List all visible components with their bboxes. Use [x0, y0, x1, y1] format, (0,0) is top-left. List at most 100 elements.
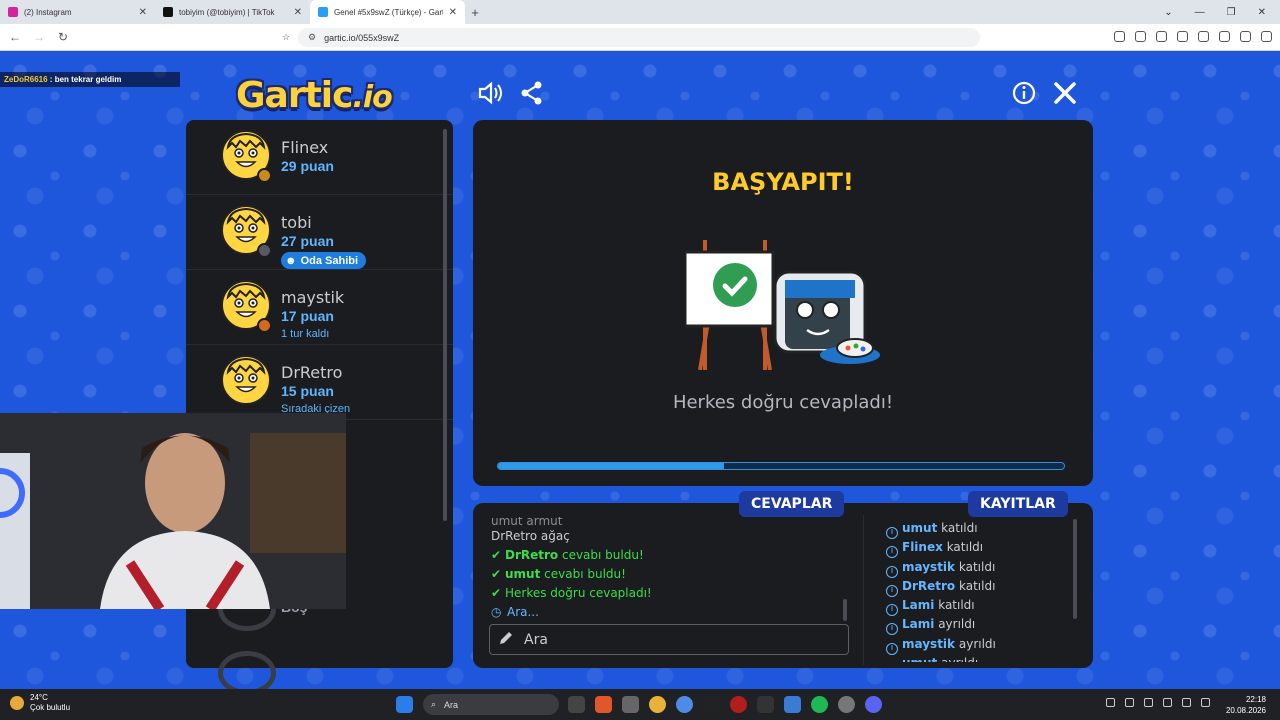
share-icon[interactable]: [519, 80, 545, 106]
player-row[interactable]: DrRetro 15 puan Sıradaki çizen: [186, 345, 453, 420]
app-icon[interactable]: [703, 696, 720, 713]
answer-user: umut: [505, 567, 541, 581]
wifi-icon[interactable]: [1182, 698, 1191, 707]
brave-icon[interactable]: [595, 696, 612, 713]
answer-user: DrRetro: [505, 548, 559, 562]
pencil-icon: [498, 630, 514, 650]
new-tab-button[interactable]: +: [465, 5, 485, 20]
result-board: BAŞYAPIT! Herkes doğru cevapladı!: [473, 120, 1093, 486]
app-icon[interactable]: [838, 696, 855, 713]
log-user: umut: [902, 521, 938, 535]
forward-icon[interactable]: →: [30, 30, 48, 44]
tray-icon[interactable]: [1144, 698, 1153, 707]
answer-line: umut armut: [491, 517, 563, 527]
extension-icon[interactable]: [1156, 31, 1167, 42]
answers-scrollbar[interactable]: [843, 599, 847, 621]
app-icon[interactable]: [757, 696, 774, 713]
info-icon: i: [886, 584, 898, 597]
player-points: 15 puan: [281, 383, 334, 399]
log-user: umut: [902, 656, 937, 662]
app-icon[interactable]: [784, 696, 801, 713]
chrome-icon[interactable]: [649, 696, 666, 713]
extension-icon[interactable]: [1198, 31, 1209, 42]
log-action: ayrıldı: [958, 636, 996, 651]
close-window-button[interactable]: ✕: [1258, 7, 1266, 18]
log-user: maystik: [902, 559, 956, 574]
tray-icon[interactable]: [1125, 698, 1134, 707]
check-icon: ✔: [491, 586, 502, 600]
tab-favicon-icon: [318, 7, 328, 17]
owner-icon: ☻: [285, 254, 297, 267]
player-status-dot: [257, 243, 272, 258]
player-avatar: [220, 354, 272, 406]
answer-line: ✔ umut cevabı buldu!: [491, 565, 851, 584]
extension-icon[interactable]: [1114, 31, 1125, 42]
start-icon[interactable]: [396, 696, 413, 713]
extension-icon[interactable]: [1240, 31, 1251, 42]
app-icon[interactable]: [676, 696, 693, 713]
info-icon: i: [886, 623, 898, 636]
clock-icon: ◷: [491, 605, 502, 619]
answer-input[interactable]: Ara: [489, 624, 849, 655]
back-icon[interactable]: ←: [6, 30, 24, 44]
answers-list: umut armut DrRetro ağaç ✔ DrRetro cevabı bu…: [491, 517, 851, 622]
player-row[interactable]: tobi 27 puan ☻ Oda Sahibi: [186, 195, 453, 270]
clock-date: 20.08.2026: [1225, 706, 1266, 715]
stream-chat-message: ZeDoR6616 : ben tekrar geldim: [0, 72, 180, 87]
log-line: i umut katıldı: [886, 519, 1076, 539]
panel-divider: [863, 515, 864, 665]
empty-slot-avatar: [218, 651, 276, 689]
extension-icon[interactable]: [1219, 31, 1230, 42]
reload-icon[interactable]: ↻: [54, 30, 72, 44]
clock[interactable]: 22:18 20.08.2026: [1226, 694, 1266, 716]
result-title: BAŞYAPIT!: [712, 168, 854, 196]
bookmark-icon[interactable]: ☆: [282, 32, 290, 43]
log-action: katıldı: [938, 598, 975, 613]
tray-icon[interactable]: [1106, 698, 1115, 707]
answer-text: Herkes doğru cevapladı!: [505, 586, 652, 600]
log-user: Flinex: [902, 540, 943, 555]
log-user: Lami: [902, 617, 935, 632]
url-field[interactable]: ☆ ⚙ gartic.io/055x9swZ: [282, 28, 980, 47]
site-info-icon[interactable]: ⚙: [308, 32, 316, 43]
chat-username: ZeDoR6616: [4, 75, 48, 84]
gartic-page: ZeDoR6616 : ben tekrar geldim Gartic.io …: [0, 51, 1280, 689]
menu-icon[interactable]: [1261, 31, 1272, 42]
log-line: i maystik katıldı: [886, 558, 1076, 578]
weather-widget[interactable]: 24°C Çok bulutlu: [10, 693, 70, 713]
browser-tab[interactable]: (2) Instagram ✕: [0, 0, 155, 24]
minimize-button[interactable]: —: [1195, 7, 1205, 18]
logs-header: KAYITLAR: [968, 491, 1068, 517]
logo-suffix: .io: [352, 80, 392, 115]
task-view-icon[interactable]: [568, 696, 585, 713]
info-icon[interactable]: [1011, 80, 1037, 106]
maximize-button[interactable]: ❐: [1227, 7, 1236, 18]
app-icon[interactable]: [730, 696, 747, 713]
player-row[interactable]: maystik 17 puan 1 tur kaldı: [186, 270, 453, 345]
tab-list-icon[interactable]: ⌄: [1164, 7, 1172, 18]
sound-icon[interactable]: [477, 80, 503, 106]
players-scrollbar[interactable]: [443, 129, 447, 521]
tab-title: (2) Instagram: [24, 7, 72, 17]
discord-icon[interactable]: [865, 696, 882, 713]
info-icon: i: [886, 604, 898, 617]
spotify-icon[interactable]: [811, 696, 828, 713]
browser-tab[interactable]: Genel #5x9swZ (Türkçe) - Gartic ✕: [310, 0, 465, 24]
tab-close-icon[interactable]: ✕: [449, 7, 457, 18]
weather-desc: Çok bulutlu: [30, 703, 71, 712]
browser-tab[interactable]: tobiyim (@tobiyim) | TikTok ✕: [155, 0, 310, 24]
taskbar-search[interactable]: ⌕ Ara: [423, 694, 559, 715]
tab-close-icon[interactable]: ✕: [139, 7, 147, 18]
player-points: 27 puan: [281, 233, 334, 249]
gartic-logo[interactable]: Gartic.io: [236, 75, 393, 116]
log-user: DrRetro: [902, 578, 956, 593]
tray-icon[interactable]: [1163, 698, 1172, 707]
close-room-icon[interactable]: [1052, 80, 1078, 106]
tab-close-icon[interactable]: ✕: [294, 7, 302, 18]
explorer-icon[interactable]: [622, 696, 639, 713]
extension-icon[interactable]: [1135, 31, 1146, 42]
extension-icon[interactable]: [1177, 31, 1188, 42]
player-row[interactable]: Flinex 29 puan: [186, 120, 453, 195]
volume-icon[interactable]: [1201, 698, 1210, 707]
logs-scrollbar[interactable]: [1073, 519, 1077, 619]
